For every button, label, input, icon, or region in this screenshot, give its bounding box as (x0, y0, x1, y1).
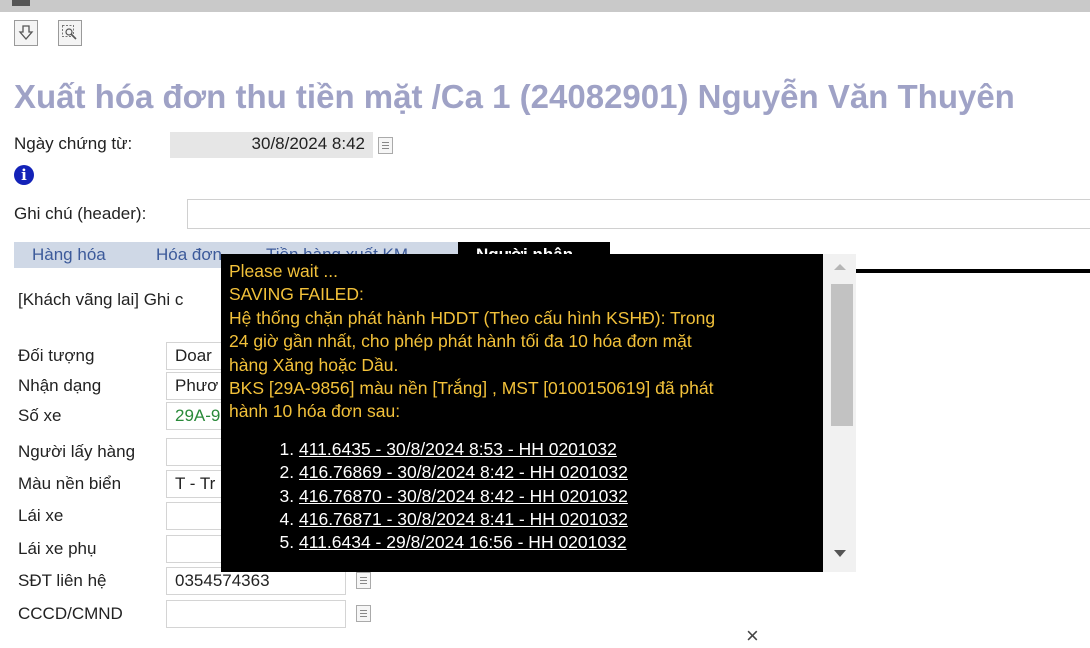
invoice-link[interactable]: 416.76869 - 30/8/2024 8:42 - HH 0201032 (299, 462, 628, 482)
invoice-item: 416.76870 - 30/8/2024 8:42 - HH 0201032 (299, 485, 819, 508)
scroll-thumb[interactable] (831, 284, 853, 426)
scroll-up-icon[interactable] (834, 264, 846, 270)
invoice-link[interactable]: 411.6434 - 29/8/2024 16:56 - HH 0201032 (299, 532, 627, 552)
popup-line: Please wait ... (229, 261, 338, 281)
zoom-select-button[interactable] (58, 20, 82, 46)
popup-line: Hệ thống chặn phát hành HDDT (Theo cấu h… (229, 307, 716, 328)
invoice-list: 411.6435 - 30/8/2024 8:53 - HH 0201032 4… (229, 438, 819, 555)
field-label-nhan-dang: Nhận dạng (18, 376, 102, 395)
error-popup: Please wait ... SAVING FAILED: Hệ thống … (221, 254, 823, 572)
popup-line: hàng Xăng hoặc Dầu. (229, 354, 399, 375)
customer-line: [Khách vãng lai] Ghi c (18, 290, 184, 309)
invoice-link[interactable]: 416.76870 - 30/8/2024 8:42 - HH 0201032 (299, 486, 628, 506)
popup-scrollbar[interactable] (823, 254, 856, 572)
window-top-bar (0, 0, 1090, 12)
field-label-lai-xe-phu: Lái xe phụ (18, 539, 97, 558)
invoice-item: 416.76871 - 30/8/2024 8:41 - HH 0201032 (299, 508, 819, 531)
invoice-item: 411.6434 - 29/8/2024 16:56 - HH 0201032 (299, 531, 819, 554)
download-icon (18, 25, 34, 40)
note-field[interactable] (187, 199, 1090, 229)
tab-hang-hoa[interactable]: Hàng hóa (14, 242, 138, 268)
download-button[interactable] (14, 20, 38, 46)
info-icon[interactable]: i (14, 165, 34, 185)
cccd-lookup-icon[interactable] (356, 605, 371, 622)
window-top-bar-mark (12, 0, 30, 6)
field-label-doi-tuong: Đối tượng (18, 346, 95, 365)
sdt-lookup-icon[interactable] (356, 572, 371, 589)
invoice-link[interactable]: 411.6435 - 30/8/2024 8:53 - HH 0201032 (299, 439, 617, 459)
field-label-nguoi-lay-hang: Người lấy hàng (18, 442, 136, 461)
error-popup-content: Please wait ... SAVING FAILED: Hệ thống … (229, 260, 819, 555)
field-cccd[interactable] (166, 600, 346, 628)
field-label-cccd: CCCD/CMND (18, 604, 123, 623)
invoice-item: 411.6435 - 30/8/2024 8:53 - HH 0201032 (299, 438, 819, 461)
popup-line: 24 giờ gần nhất, cho phép phát hành tối … (229, 331, 692, 352)
close-icon[interactable]: × (746, 625, 759, 647)
zoom-select-icon (62, 25, 77, 40)
invoice-link[interactable]: 416.76871 - 30/8/2024 8:41 - HH 0201032 (299, 509, 628, 529)
field-label-sdt: SĐT liên hệ (18, 571, 107, 590)
date-field[interactable]: 30/8/2024 8:42 (170, 132, 373, 158)
popup-line: SAVING FAILED: (229, 284, 364, 305)
field-label-so-xe: Số xe (18, 406, 62, 425)
field-label-mau-nen-bien: Màu nền biển (18, 474, 122, 493)
tab-underline (820, 269, 1090, 273)
date-calendar-icon[interactable] (378, 137, 393, 154)
field-label-lai-xe: Lái xe (18, 506, 64, 525)
invoice-item: 416.76869 - 30/8/2024 8:42 - HH 0201032 (299, 461, 819, 484)
date-label: Ngày chứng từ: (14, 134, 133, 153)
note-label: Ghi chú (header): (14, 204, 147, 223)
popup-line: hành 10 hóa đơn sau: (229, 401, 401, 422)
page-title: Xuất hóa đơn thu tiền mặt /Ca 1 (2408290… (14, 78, 1015, 115)
scroll-down-icon[interactable] (834, 550, 846, 557)
popup-line: BKS [29A-9856] màu nền [Trắng] , MST [01… (229, 378, 714, 399)
